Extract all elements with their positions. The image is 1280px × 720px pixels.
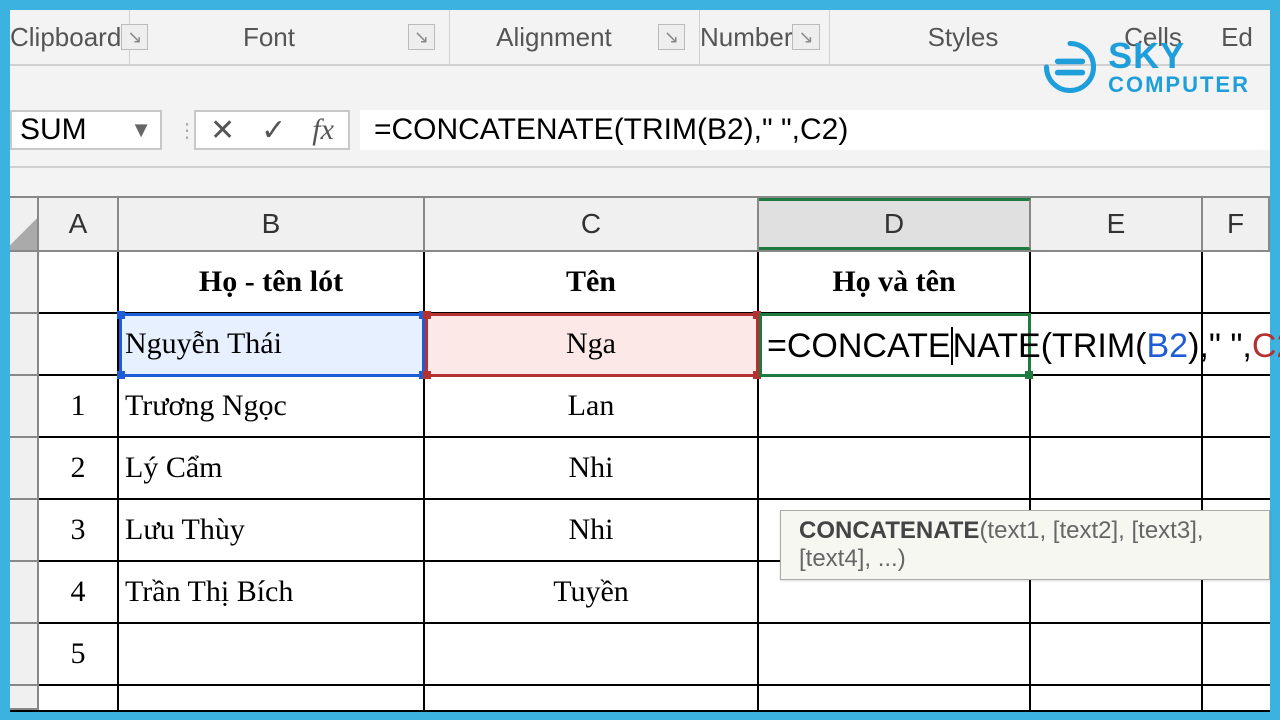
ribbon-label: Alignment (450, 22, 658, 53)
table-row: Họ - tên lót Tên Họ và tên (10, 252, 1270, 314)
spreadsheet-grid[interactable]: A B C D E F Họ - tên lót Tên Họ và tên N… (10, 196, 1270, 712)
cell[interactable] (1203, 376, 1270, 438)
cell[interactable] (1203, 686, 1270, 710)
cell[interactable] (759, 438, 1031, 500)
cell[interactable] (39, 686, 119, 710)
ribbon-group-clipboard: Clipboard ↘ (10, 10, 130, 64)
cell[interactable]: Nhi (425, 438, 759, 500)
name-box[interactable]: SUM ▼ (10, 110, 162, 150)
table-row (10, 686, 1270, 710)
chevron-down-icon[interactable]: ▼ (130, 117, 152, 143)
col-header-a[interactable]: A (39, 198, 119, 250)
enter-icon[interactable]: ✓ (261, 113, 286, 148)
cell-edit-overlay[interactable]: =CONCATENATE(TRIM(B2)," ",C2) (763, 318, 1280, 374)
cell[interactable]: 2 (39, 438, 119, 500)
edit-ref-c: C2 (1252, 327, 1280, 366)
column-headers: A B C D E F (10, 196, 1270, 252)
col-header-c[interactable]: C (425, 198, 759, 250)
cell[interactable]: Họ và tên (759, 252, 1031, 314)
row-header[interactable] (10, 438, 39, 500)
cell[interactable] (39, 314, 119, 376)
ribbon-label: Font (130, 22, 408, 53)
dialog-launcher-icon[interactable]: ↘ (408, 24, 435, 50)
cell[interactable] (119, 686, 425, 710)
cell[interactable] (1031, 686, 1203, 710)
formula-bar: SUM ▼ ⋮ ✕ ✓ fx =CONCATENATE(TRIM(B2)," "… (10, 94, 1270, 168)
cancel-icon[interactable]: ✕ (210, 113, 235, 148)
formula-input[interactable]: =CONCATENATE(TRIM(B2)," ",C2) (360, 110, 1270, 150)
cell[interactable] (425, 686, 759, 710)
fx-icon[interactable]: fx (312, 113, 334, 147)
cell[interactable] (119, 624, 425, 686)
col-header-b[interactable]: B (119, 198, 425, 250)
formula-text: =CONCATENATE(TRIM(B2)," ",C2) (374, 113, 848, 147)
cell[interactable]: Tuyền (425, 562, 759, 624)
dialog-launcher-icon[interactable]: ↘ (792, 24, 819, 50)
table-row: 1 Trương Ngọc Lan (10, 376, 1270, 438)
cell[interactable]: Trương Ngọc (119, 376, 425, 438)
ribbon-group-font: Font ↘ (130, 10, 450, 64)
cell[interactable] (1031, 624, 1203, 686)
row-header[interactable] (10, 624, 39, 686)
cell[interactable] (759, 686, 1031, 710)
ribbon-group-number: Number ↘ (700, 10, 830, 64)
cell[interactable] (39, 252, 119, 314)
cell[interactable]: Nga (425, 314, 759, 376)
ribbon-label: Clipboard (10, 22, 121, 53)
cell[interactable] (1203, 438, 1270, 500)
cell[interactable] (1031, 376, 1203, 438)
cell[interactable] (759, 376, 1031, 438)
table-row: 5 (10, 624, 1270, 686)
cell[interactable]: Lan (425, 376, 759, 438)
tooltip-fn-name: CONCATENATE (799, 517, 979, 544)
row-header[interactable] (10, 314, 39, 376)
brand-logo: SKY COMPUTER (1042, 38, 1250, 96)
logo-text-computer: COMPUTER (1108, 74, 1250, 96)
ribbon-group-alignment: Alignment ↘ (450, 10, 700, 64)
dialog-launcher-icon[interactable]: ↘ (658, 24, 685, 50)
col-header-f[interactable]: F (1203, 198, 1270, 250)
formula-bar-buttons: ✕ ✓ fx (194, 110, 350, 150)
row-header[interactable] (10, 686, 39, 710)
col-header-d[interactable]: D (759, 198, 1031, 250)
cell[interactable]: Lưu Thùy (119, 500, 425, 562)
edit-text: =CONCATE (767, 327, 951, 366)
table-row: 2 Lý Cẩm Nhi (10, 438, 1270, 500)
row-header[interactable] (10, 376, 39, 438)
cell[interactable] (1031, 252, 1203, 314)
row-header[interactable] (10, 252, 39, 314)
cell[interactable] (1203, 624, 1270, 686)
cell[interactable]: Họ - tên lót (119, 252, 425, 314)
select-all-corner[interactable] (10, 198, 39, 250)
cell[interactable]: Lý Cẩm (119, 438, 425, 500)
cell[interactable] (759, 624, 1031, 686)
edit-text: )," ", (1188, 327, 1252, 366)
name-box-value: SUM (20, 113, 130, 147)
cell[interactable]: 1 (39, 376, 119, 438)
cell[interactable]: Tên (425, 252, 759, 314)
col-header-e[interactable]: E (1031, 198, 1203, 250)
edit-text: NATE(TRIM( (953, 327, 1147, 366)
row-header[interactable] (10, 562, 39, 624)
ribbon-label: Number (700, 22, 792, 53)
cell[interactable]: Trần Thị Bích (119, 562, 425, 624)
cell[interactable] (1031, 438, 1203, 500)
cell[interactable] (1203, 252, 1270, 314)
cell[interactable]: Nguyễn Thái (119, 314, 425, 376)
row-header[interactable] (10, 500, 39, 562)
cell[interactable] (425, 624, 759, 686)
logo-mark-icon (1042, 39, 1098, 95)
edit-ref-b: B2 (1146, 327, 1188, 366)
cell[interactable]: 3 (39, 500, 119, 562)
cell[interactable]: 5 (39, 624, 119, 686)
logo-text-sky: SKY (1108, 38, 1250, 74)
splitter-icon: ⋮ (180, 110, 194, 150)
cell[interactable]: 4 (39, 562, 119, 624)
cell[interactable]: Nhi (425, 500, 759, 562)
function-tooltip: CONCATENATE(text1, [text2], [text3], [te… (780, 510, 1270, 580)
